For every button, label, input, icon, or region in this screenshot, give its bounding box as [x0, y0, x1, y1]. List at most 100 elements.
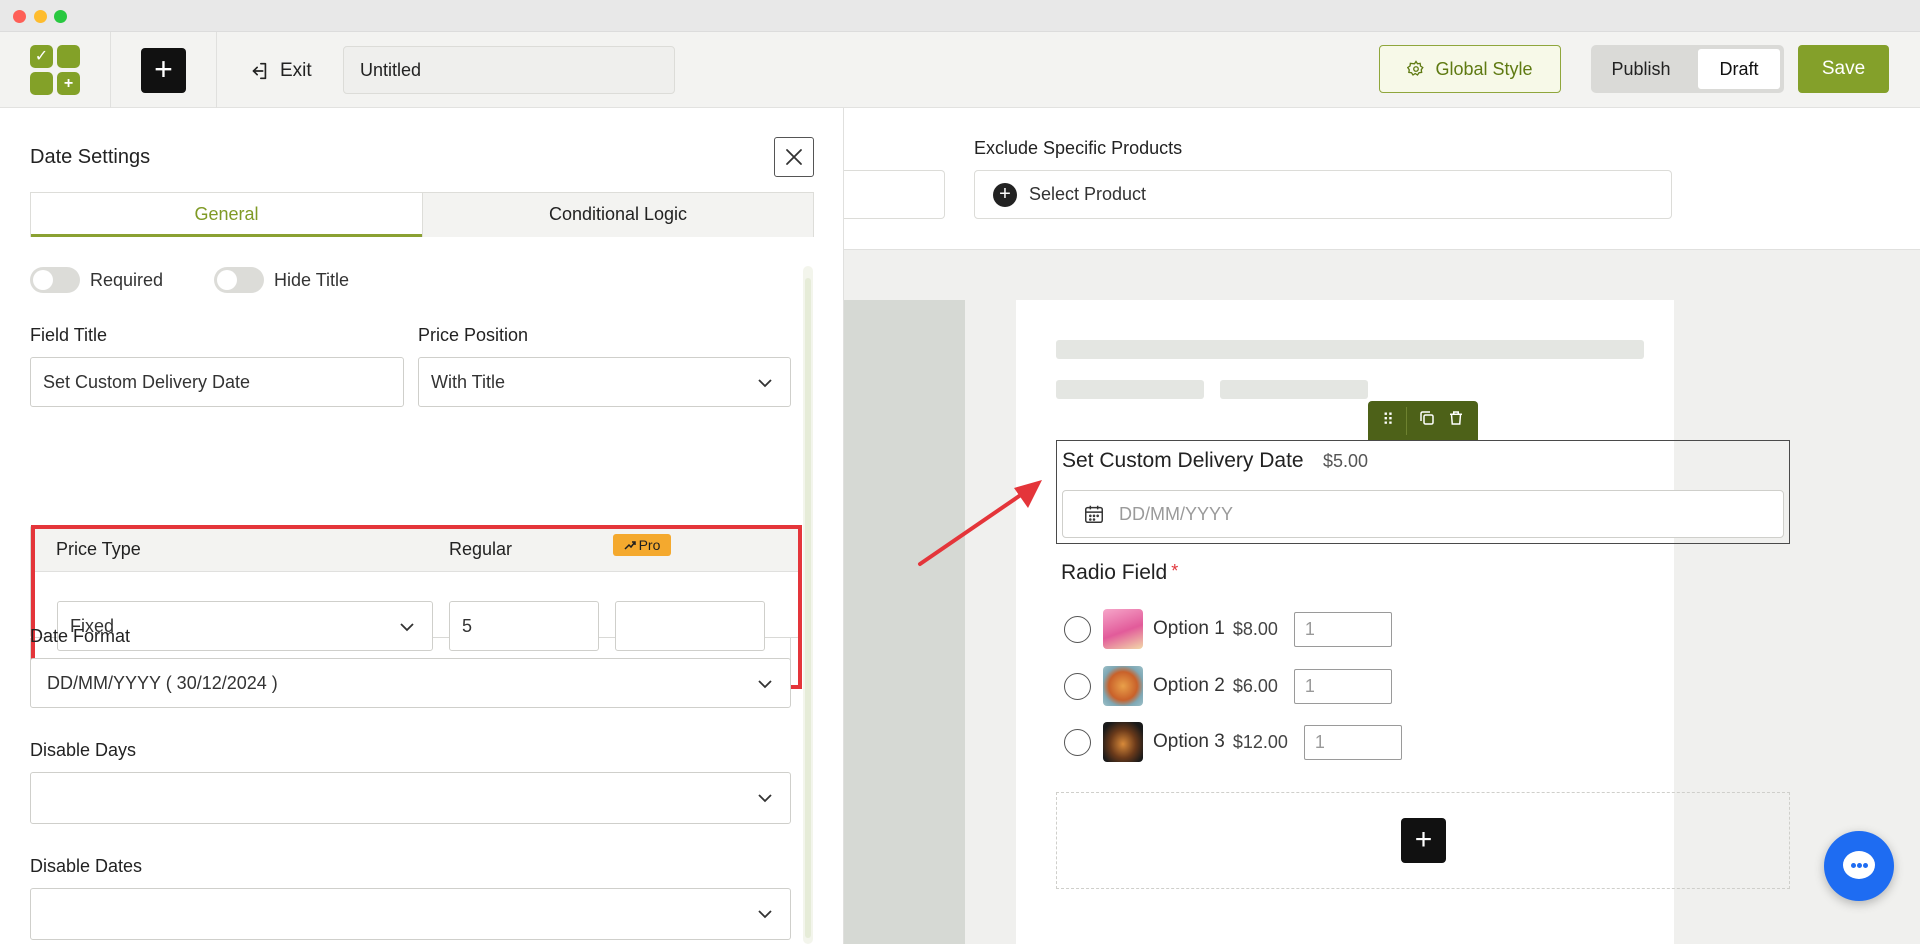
plus-circle-icon: +	[993, 182, 1017, 207]
trash-icon[interactable]	[1444, 409, 1468, 433]
date-input[interactable]: DD/MM/YYYY	[1062, 490, 1784, 538]
panel-title: Date Settings	[30, 146, 151, 168]
chat-dot	[1857, 863, 1862, 868]
logo-plus-icon: +	[57, 72, 80, 95]
skeleton-line	[1056, 380, 1204, 399]
tab-general[interactable]: General	[31, 193, 422, 237]
date-input-placeholder: DD/MM/YYYY	[1119, 503, 1234, 524]
global-style-label: Global Style	[1435, 58, 1533, 79]
skeleton-line	[1056, 340, 1644, 359]
disable-days-select[interactable]	[30, 772, 791, 824]
radio-button[interactable]	[1064, 728, 1091, 756]
option-label: Option 1	[1153, 618, 1225, 639]
add-element-button[interactable]: +	[141, 48, 186, 93]
gear-icon	[1407, 60, 1425, 76]
drag-handle-icon[interactable]: ⠿	[1376, 409, 1400, 433]
price-position-label: Price Position	[418, 325, 529, 345]
date-field-title: Set Custom Delivery Date	[1062, 449, 1304, 472]
chevron-down-icon	[758, 910, 772, 919]
exit-button[interactable]: Exit	[248, 56, 312, 86]
option-thumbnail-pizza	[1103, 666, 1143, 706]
field-toolbar: ⠿	[1368, 401, 1478, 441]
required-mark: *	[1171, 561, 1179, 581]
include-products-select[interactable]	[844, 170, 945, 219]
divider	[216, 32, 217, 108]
zoom-window-icon[interactable]	[54, 10, 67, 23]
required-toggle-row: Required	[30, 267, 163, 293]
option-quantity-input[interactable]: 1	[1303, 724, 1402, 760]
add-field-dropzone: +	[1056, 792, 1790, 889]
option-label: Option 2	[1153, 675, 1225, 696]
option-quantity-input[interactable]: 1	[1293, 668, 1392, 704]
close-window-icon[interactable]	[13, 10, 26, 23]
hide-title-toggle-row: Hide Title	[214, 267, 349, 293]
skeleton-line	[1220, 380, 1368, 399]
product-conditions-strip: Exclude Specific Products + Select Produ…	[844, 108, 1920, 250]
required-toggle[interactable]	[30, 267, 80, 293]
date-format-value: DD/MM/YYYY ( 30/12/2024 )	[47, 672, 278, 693]
required-label: Required	[90, 269, 164, 290]
panel-scrollbar[interactable]	[803, 266, 813, 944]
chevron-down-icon	[758, 379, 772, 388]
exit-label: Exit	[280, 60, 312, 81]
chevron-down-icon	[758, 680, 772, 689]
selected-date-field[interactable]: Set Custom Delivery Date $5.00 DD/MM/YYY…	[1056, 440, 1790, 544]
publish-status-toggle: Publish Draft	[1591, 45, 1784, 93]
option-thumbnail-drink	[1103, 609, 1143, 649]
field-title-input[interactable]: Set Custom Delivery Date	[30, 357, 404, 407]
radio-button[interactable]	[1064, 615, 1091, 643]
scrollbar-thumb[interactable]	[805, 278, 811, 938]
window-titlebar	[0, 0, 1920, 32]
save-button[interactable]: Save	[1798, 45, 1889, 93]
canvas-side-column	[844, 300, 965, 944]
divider	[110, 32, 111, 108]
option-quantity-input[interactable]: 1	[1293, 611, 1392, 647]
radio-field-title: Radio Field	[1061, 561, 1168, 584]
annotation-arrow	[918, 480, 1042, 566]
tab-conditional-logic[interactable]: Conditional Logic	[422, 193, 813, 237]
date-settings-panel: Date Settings General Conditional Logic …	[0, 108, 844, 944]
disable-dates-select[interactable]	[30, 888, 791, 940]
date-format-label: Date Format	[30, 626, 131, 646]
exclude-products-select[interactable]: + Select Product	[974, 170, 1672, 219]
hide-title-label: Hide Title	[274, 269, 350, 290]
price-position-value: With Title	[431, 371, 506, 392]
radio-option[interactable]: Option 2 $6.00 1	[1064, 665, 1392, 707]
radio-option[interactable]: Option 3 $12.00 1	[1064, 721, 1402, 763]
calendar-icon	[1085, 505, 1103, 523]
chevron-down-icon	[758, 794, 772, 803]
option-price: $6.00	[1232, 675, 1278, 696]
close-panel-button[interactable]	[774, 137, 814, 177]
radio-button[interactable]	[1064, 672, 1091, 700]
radio-field-label: Radio Field *	[1061, 561, 1178, 585]
form-title-input[interactable]	[343, 46, 675, 94]
exit-icon	[252, 62, 267, 80]
date-field-price: $5.00	[1323, 451, 1369, 471]
select-product-label: Select Product	[1029, 184, 1147, 204]
logo-square-icon	[57, 45, 80, 68]
logo-square-icon	[30, 72, 53, 95]
minimize-window-icon[interactable]	[34, 10, 47, 23]
hide-title-toggle[interactable]	[214, 267, 264, 293]
publish-button[interactable]: Publish	[1595, 49, 1687, 89]
disable-days-label: Disable Days	[30, 740, 137, 760]
global-style-button[interactable]: Global Style	[1379, 45, 1561, 93]
chat-dot	[1863, 863, 1868, 868]
add-field-button[interactable]: +	[1401, 818, 1446, 863]
exclude-products-label: Exclude Specific Products	[974, 138, 1183, 158]
option-label: Option 3	[1153, 731, 1225, 752]
chat-support-button[interactable]	[1824, 831, 1894, 901]
date-format-select[interactable]: DD/MM/YYYY ( 30/12/2024 )	[30, 658, 791, 708]
duplicate-icon[interactable]	[1415, 409, 1439, 433]
app-logo: ✓ +	[30, 45, 80, 95]
radio-option[interactable]: Option 1 $8.00 1	[1064, 608, 1392, 650]
app-header: ✓ + + Exit Global Style Publish Draft Sa…	[0, 32, 1920, 108]
option-price: $8.00	[1232, 618, 1278, 639]
option-thumbnail-burger	[1103, 722, 1143, 762]
price-position-select[interactable]: With Title	[418, 357, 791, 407]
close-icon	[786, 149, 802, 165]
chat-dot	[1851, 863, 1856, 868]
draft-button[interactable]: Draft	[1698, 49, 1780, 89]
option-price: $12.00	[1232, 731, 1288, 752]
disable-dates-label: Disable Dates	[30, 856, 143, 876]
